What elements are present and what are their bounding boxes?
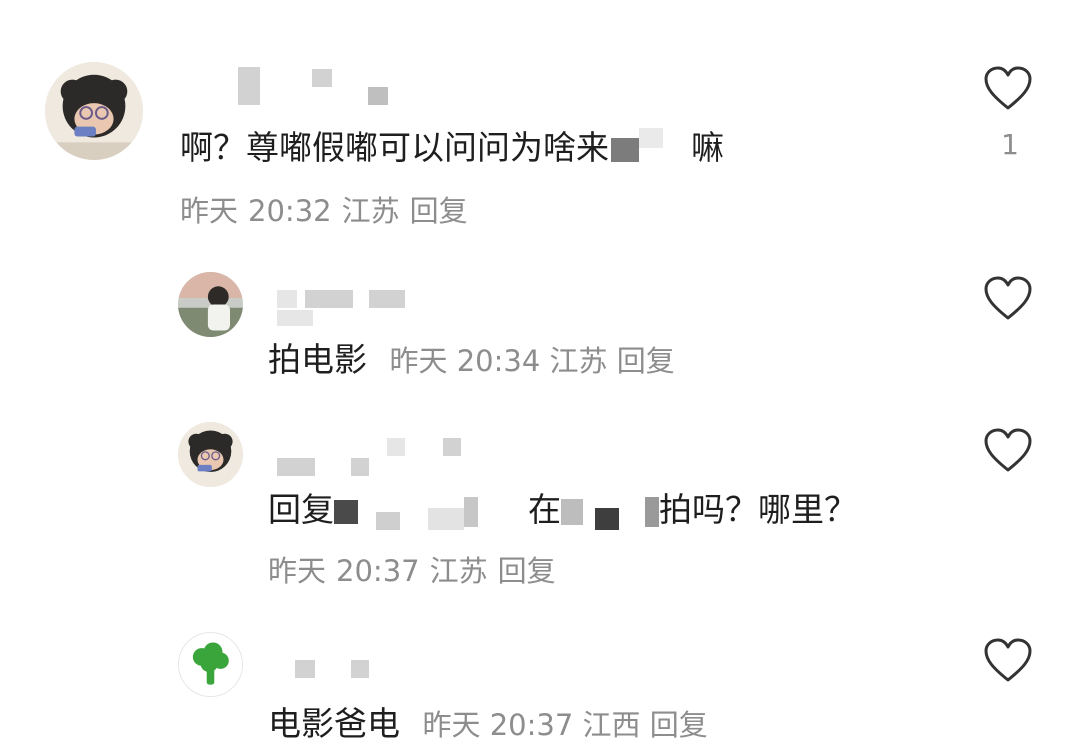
reply-button[interactable]: 回复 bbox=[650, 708, 708, 742]
reply-item: 拍电影 昨天 20:34 江苏 回复 bbox=[0, 250, 1080, 410]
reply-button[interactable]: 回复 bbox=[498, 554, 556, 588]
reply-item: 回复在拍吗？哪里？ 昨天 20:37 江苏 回复 bbox=[0, 410, 1080, 610]
avatar-image bbox=[178, 272, 243, 337]
broccoli-icon bbox=[179, 633, 242, 696]
comment-time: 20:32 bbox=[248, 194, 332, 228]
like-count: 1 bbox=[1001, 128, 1019, 161]
comment-text: 啊？尊嘟假嘟可以问问为啥来嘛 bbox=[180, 128, 724, 167]
avatar[interactable] bbox=[178, 422, 243, 487]
comment-location: 江西 bbox=[582, 708, 641, 742]
username-redacted[interactable] bbox=[275, 288, 415, 328]
heart-outline-icon bbox=[984, 638, 1032, 682]
comment-location: 江苏 bbox=[549, 344, 608, 378]
avatar[interactable] bbox=[178, 632, 243, 697]
redacted-text bbox=[611, 137, 639, 162]
comment-time: 20:37 bbox=[489, 708, 574, 742]
reply-item: 电影爸电 昨天 20:37 江西 回复 bbox=[0, 610, 1080, 743]
comment-meta: 昨天 20:32 江苏 回复 bbox=[180, 193, 478, 229]
heart-outline-icon bbox=[984, 66, 1032, 110]
avatar[interactable] bbox=[178, 272, 243, 337]
like-button[interactable] bbox=[983, 276, 1033, 322]
comment-item: 啊？尊嘟假嘟可以问问为啥来嘛 昨天 20:32 江苏 回复 1 bbox=[0, 0, 1080, 250]
comment-location: 江苏 bbox=[429, 554, 488, 588]
like-button[interactable] bbox=[983, 66, 1033, 112]
heart-outline-icon bbox=[984, 428, 1032, 472]
username-redacted[interactable] bbox=[275, 438, 475, 478]
comment-text: 回复在拍吗？哪里？ bbox=[268, 490, 857, 530]
comment-time: 20:37 bbox=[336, 554, 420, 588]
avatar[interactable] bbox=[45, 62, 143, 160]
comment-date: 昨天 bbox=[268, 554, 327, 588]
comment-location: 江苏 bbox=[341, 194, 400, 228]
comment-date: 昨天 bbox=[180, 194, 239, 228]
comment-meta: 昨天 20:37 江西 回复 bbox=[423, 708, 708, 742]
username-redacted[interactable] bbox=[275, 650, 395, 690]
comment-text: 电影爸电 昨天 20:37 江西 回复 bbox=[268, 704, 708, 743]
reply-button[interactable]: 回复 bbox=[617, 344, 675, 378]
comment-time: 20:34 bbox=[456, 344, 541, 378]
comment-date: 昨天 bbox=[422, 708, 481, 742]
like-button[interactable] bbox=[983, 428, 1033, 474]
like-button[interactable] bbox=[983, 638, 1033, 684]
username-redacted[interactable] bbox=[180, 65, 410, 105]
heart-outline-icon bbox=[984, 276, 1032, 320]
comment-meta: 昨天 20:34 江苏 回复 bbox=[390, 344, 675, 378]
comment-text: 拍电影 昨天 20:34 江苏 回复 bbox=[268, 340, 675, 379]
comment-meta: 昨天 20:37 江苏 回复 bbox=[268, 553, 566, 589]
comment-date: 昨天 bbox=[389, 344, 448, 378]
avatar-image bbox=[45, 62, 143, 160]
reply-button[interactable]: 回复 bbox=[410, 194, 468, 228]
avatar-image bbox=[178, 422, 243, 487]
